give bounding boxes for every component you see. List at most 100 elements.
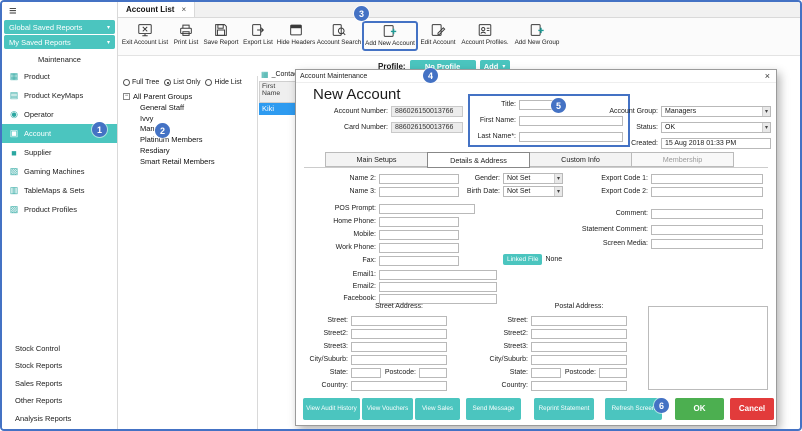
export-list-icon bbox=[250, 22, 266, 38]
view-vouchers-button[interactable]: View Vouchers bbox=[362, 398, 413, 420]
postal-country-input[interactable] bbox=[531, 381, 627, 391]
sidebar-item-product-keymaps[interactable]: ▤ Product KeyMaps bbox=[2, 86, 117, 105]
comment-input[interactable] bbox=[651, 209, 763, 219]
account-profiles-button[interactable]: Account Profiles. bbox=[458, 20, 512, 46]
sidebar-item-stock-control[interactable]: Stock Control bbox=[2, 340, 117, 358]
view-sales-button[interactable]: View Sales bbox=[415, 398, 460, 420]
sidebar-item-supplier[interactable]: ■ Supplier bbox=[2, 143, 117, 162]
tab-account-list[interactable]: Account List × bbox=[118, 2, 195, 17]
gender-select[interactable]: Not Set▾ bbox=[503, 173, 563, 184]
collapse-icon[interactable]: − bbox=[123, 93, 130, 100]
hide-headers-button[interactable]: Hide Headers bbox=[276, 20, 316, 46]
pos-prompt-input[interactable] bbox=[379, 204, 475, 214]
country-input[interactable] bbox=[351, 381, 447, 391]
sidebar: ≡ Global Saved Reports ▾ My Saved Report… bbox=[2, 2, 118, 429]
tab-main-setups[interactable]: Main Setups bbox=[325, 152, 428, 167]
view-audit-history-button[interactable]: View Audit History bbox=[303, 398, 360, 420]
postal-street3-input[interactable] bbox=[531, 342, 627, 352]
global-saved-reports-button[interactable]: Global Saved Reports ▾ bbox=[4, 20, 115, 34]
tree-item-ivvy[interactable]: Ivvy bbox=[123, 113, 257, 124]
product-icon: ▦ bbox=[9, 71, 19, 82]
column-header-first-name[interactable]: First Name bbox=[259, 81, 296, 103]
tree-item-resdiary[interactable]: Resdiary bbox=[123, 145, 257, 156]
tree-item-manager[interactable]: Manager bbox=[123, 124, 257, 135]
tree-item-general-staff[interactable]: General Staff bbox=[123, 102, 257, 113]
tree-item-platinum-members[interactable]: Platinum Members bbox=[123, 134, 257, 145]
tab-details-address[interactable]: Details & Address bbox=[427, 152, 530, 168]
card-number-row: Card Number: 886026150013766 bbox=[324, 122, 463, 133]
sidebar-item-stock-reports[interactable]: Stock Reports bbox=[2, 357, 117, 375]
sidebar-item-product-profiles[interactable]: ▨ Product Profiles bbox=[2, 200, 117, 219]
menu-icon[interactable]: ≡ bbox=[2, 2, 117, 19]
sidebar-item-other-reports[interactable]: Other Reports bbox=[2, 392, 117, 410]
chevron-down-icon: ▾ bbox=[107, 39, 110, 46]
postal-state-input[interactable] bbox=[531, 368, 561, 378]
save-report-button[interactable]: Save Report bbox=[202, 20, 240, 46]
street3-input[interactable] bbox=[351, 342, 447, 352]
tab-custom-info[interactable]: Custom Info bbox=[529, 152, 632, 167]
product-profiles-icon: ▨ bbox=[9, 204, 19, 215]
tablemaps-icon: ▥ bbox=[9, 185, 19, 196]
group-tree-pane: Full Tree List Only Hide List − All Pare… bbox=[118, 76, 258, 429]
postcode-input[interactable] bbox=[419, 368, 447, 378]
radio-list-only[interactable]: List Only bbox=[164, 79, 200, 86]
postal-street2-input[interactable] bbox=[531, 329, 627, 339]
sidebar-item-tablemaps-sets[interactable]: ▥ TableMaps & Sets bbox=[2, 181, 117, 200]
created-value: 15 Aug 2018 01:33 PM bbox=[661, 138, 771, 149]
save-report-icon bbox=[213, 22, 229, 38]
close-tab-icon[interactable]: × bbox=[181, 5, 186, 14]
postal-postcode-input[interactable] bbox=[599, 368, 627, 378]
account-number-row: Account Number: 886026150013766 bbox=[324, 106, 463, 117]
sidebar-bottom-section: Stock Control Stock Reports Sales Report… bbox=[2, 340, 117, 428]
sidebar-item-sales-reports[interactable]: Sales Reports bbox=[2, 375, 117, 393]
radio-hide-list[interactable]: Hide List bbox=[205, 79, 241, 86]
dialog-close-icon[interactable]: × bbox=[765, 71, 770, 81]
email1-input[interactable] bbox=[379, 270, 497, 280]
reprint-statement-button[interactable]: Reprint Statement bbox=[534, 398, 594, 420]
cancel-button[interactable]: Cancel bbox=[730, 398, 774, 420]
linked-file-button[interactable]: Linked File bbox=[503, 254, 542, 265]
add-new-group-button[interactable]: Add New Group bbox=[512, 20, 562, 46]
sidebar-item-analysis-reports[interactable]: Analysis Reports bbox=[2, 410, 117, 428]
title-input[interactable] bbox=[519, 100, 553, 110]
export-code-2-input[interactable] bbox=[651, 187, 763, 197]
street-input[interactable] bbox=[351, 316, 447, 326]
chevron-down-icon: ▾ bbox=[107, 24, 110, 31]
refresh-screen-button[interactable]: Refresh Screen bbox=[605, 398, 662, 420]
screen-media-input[interactable] bbox=[651, 239, 763, 249]
send-message-button[interactable]: Send Message bbox=[466, 398, 521, 420]
home-phone-input[interactable] bbox=[379, 217, 459, 227]
account-search-button[interactable]: Account Search bbox=[316, 20, 362, 46]
account-group-select[interactable]: Managers ▾ bbox=[661, 106, 771, 117]
postal-street-input[interactable] bbox=[531, 316, 627, 326]
statement-comment-input[interactable] bbox=[651, 225, 763, 235]
radio-full-tree[interactable]: Full Tree bbox=[123, 79, 159, 86]
postal-city-suburb-input[interactable] bbox=[531, 355, 627, 365]
status-select[interactable]: OK ▾ bbox=[661, 122, 771, 133]
export-list-button[interactable]: Export List bbox=[240, 20, 276, 46]
export-code-1-input[interactable] bbox=[651, 174, 763, 184]
edit-account-button[interactable]: Edit Account bbox=[418, 20, 458, 46]
callout-5: 5 bbox=[551, 98, 566, 113]
print-list-button[interactable]: Print List bbox=[170, 20, 202, 46]
callout-6: 6 bbox=[654, 398, 669, 413]
street2-input[interactable] bbox=[351, 329, 447, 339]
mobile-input[interactable] bbox=[379, 230, 459, 240]
tree-item-smart-retail-members[interactable]: Smart Retail Members bbox=[123, 156, 257, 167]
sidebar-item-product[interactable]: ▦ Product bbox=[2, 67, 117, 86]
tree-root-all-parent-groups[interactable]: − All Parent Groups bbox=[123, 91, 257, 102]
ok-button[interactable]: OK bbox=[675, 398, 724, 420]
linked-file-value: None bbox=[545, 256, 562, 263]
facebook-input[interactable] bbox=[379, 294, 497, 304]
work-phone-input[interactable] bbox=[379, 243, 459, 253]
email2-input[interactable] bbox=[379, 282, 497, 292]
exit-account-list-button[interactable]: Exit Account List bbox=[120, 20, 170, 46]
tab-membership: Membership bbox=[631, 152, 734, 167]
my-saved-reports-button[interactable]: My Saved Reports ▾ bbox=[4, 35, 115, 49]
city-suburb-input[interactable] bbox=[351, 355, 447, 365]
parent-groups-tree: − All Parent Groups General Staff Ivvy M… bbox=[123, 91, 257, 167]
birth-date-select[interactable]: Not Set▾ bbox=[503, 186, 563, 197]
sidebar-item-gaming-machines[interactable]: ▧ Gaming Machines bbox=[2, 162, 117, 181]
add-new-account-button[interactable]: Add New Account bbox=[362, 21, 418, 51]
state-input[interactable] bbox=[351, 368, 381, 378]
